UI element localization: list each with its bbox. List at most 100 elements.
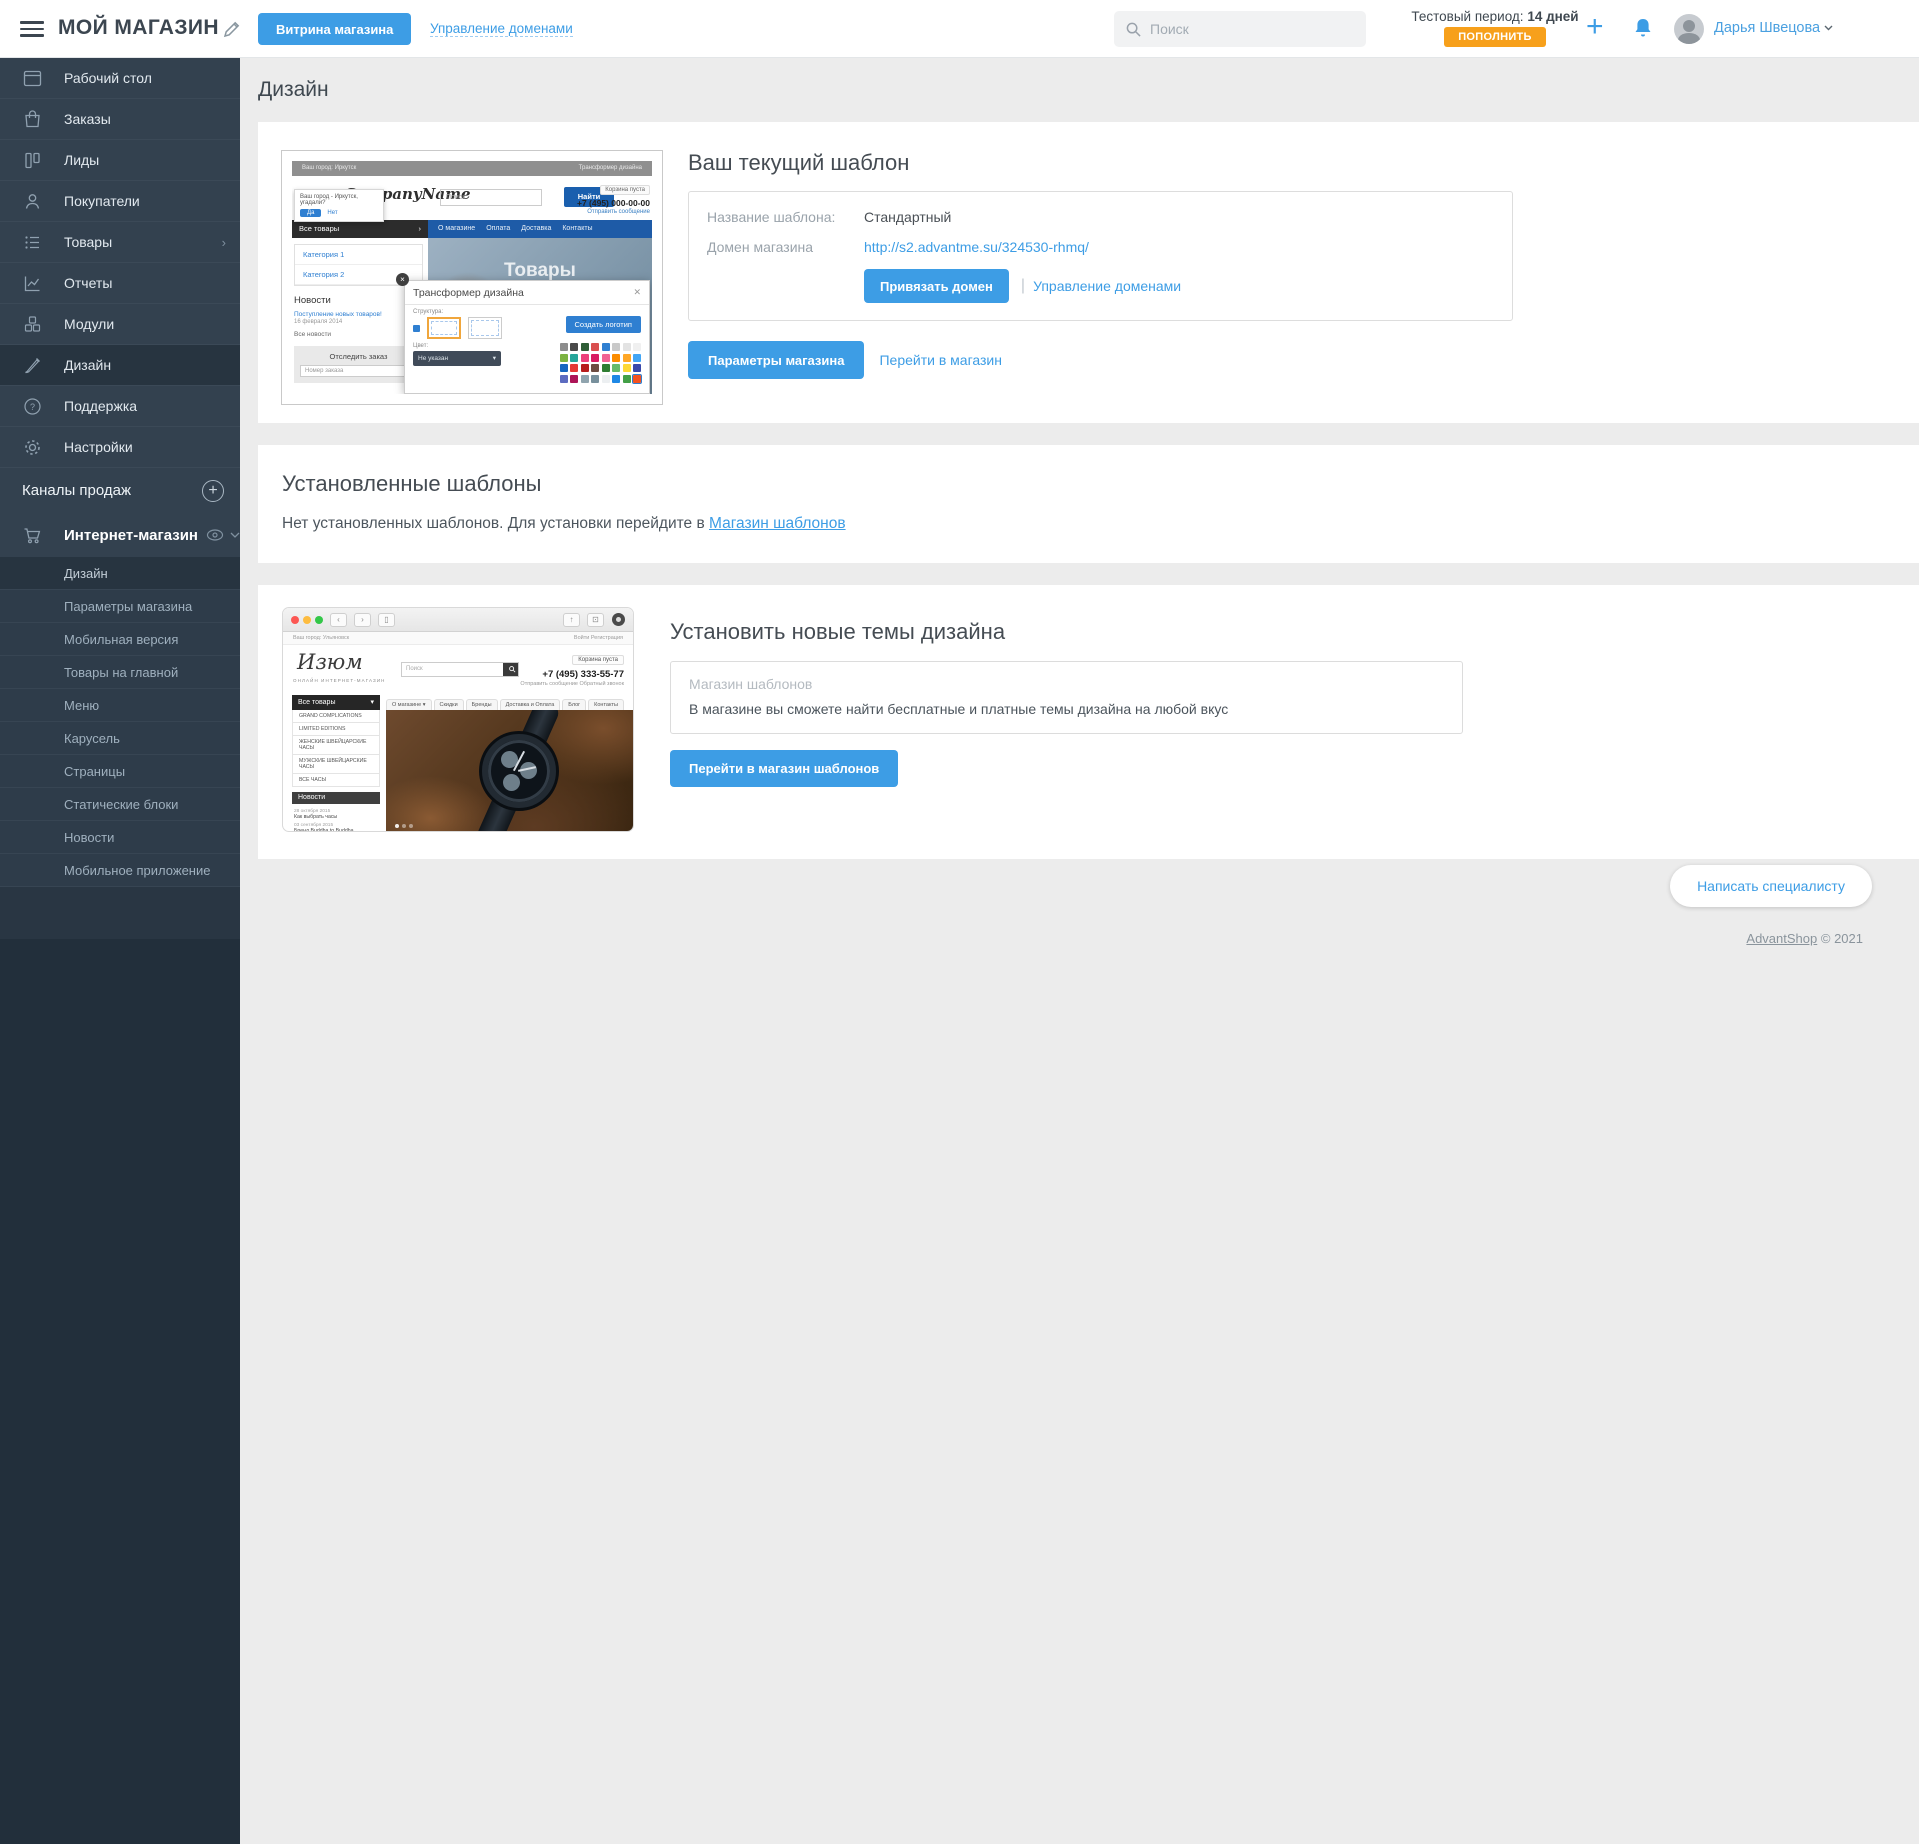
sidebar-item-products[interactable]: Товары › (0, 222, 240, 263)
subitem-menu[interactable]: Меню (0, 689, 240, 722)
sidebar-item-reports[interactable]: Отчеты (0, 263, 240, 304)
sidebar-item-settings[interactable]: Настройки (0, 427, 240, 468)
template-name-value: Стандартный (864, 209, 951, 225)
search-icon (503, 663, 518, 676)
preview-topbar: Ваш город: Иркутск Трансформер дизайна (292, 161, 652, 176)
page-title: Дизайн (258, 78, 329, 102)
goto-store-link[interactable]: Перейти в магазин (879, 352, 1002, 368)
sidebar: Рабочий стол Заказы Лиды Покупатели Това… (0, 58, 240, 963)
current-template-preview[interactable]: Ваш город: Иркутск Трансформер дизайна C… (281, 150, 663, 405)
carousel-dots (395, 824, 413, 828)
global-search[interactable] (1114, 11, 1366, 47)
design-transformer-dialog: Трансформер дизайна ✕ Структура: Создать… (404, 280, 650, 394)
create-logo-button: Создать логотип (566, 316, 641, 333)
new-themes-heading: Установить новые темы дизайна (670, 619, 1463, 645)
preview-hero-watch (386, 710, 633, 832)
subitem-static-blocks[interactable]: Статические блоки (0, 788, 240, 821)
list-icon (22, 232, 43, 253)
manage-domains-link-2[interactable]: Управление доменами (1033, 278, 1181, 294)
desktop-icon (22, 68, 43, 89)
user-name: Дарья Швецова (1714, 20, 1820, 36)
shopping-bag-icon (22, 109, 43, 130)
subitem-mobile-version[interactable]: Мобильная версия (0, 623, 240, 656)
notifications-bell-icon[interactable] (1632, 17, 1654, 41)
template-store-link[interactable]: Магазин шаблонов (709, 515, 846, 532)
sidebar-item-internet-store[interactable]: Интернет-магазин (0, 513, 240, 557)
sidebar-item-customers[interactable]: Покупатели (0, 181, 240, 222)
installed-templates-card: Установленные шаблоны Нет установленных … (258, 445, 1919, 563)
current-template-heading: Ваш текущий шаблон (688, 150, 1513, 176)
preview-all-products: Все товары▾ (292, 695, 380, 710)
store-domain-link[interactable]: http://s2.advantme.su/324530-rhmq/ (864, 239, 1089, 255)
subitem-store-params[interactable]: Параметры магазина (0, 590, 240, 623)
manage-domains-link[interactable]: Управление доменами (430, 21, 573, 37)
trial-value: 14 дней (1527, 9, 1578, 24)
store-logo: Изюм (297, 650, 363, 674)
subitem-news[interactable]: Новости (0, 821, 240, 854)
forward-icon: › (354, 613, 371, 627)
add-icon[interactable]: + (1586, 10, 1604, 44)
advantshop-link[interactable]: AdvantShop (1746, 931, 1817, 946)
mac-zoom-icon (315, 616, 323, 624)
preview-search: Поиск (440, 189, 542, 206)
svg-text:?: ? (30, 402, 35, 412)
city-tooltip: Ваш город - Иркутск, угадали? Да Нет (294, 189, 384, 222)
chart-icon (22, 273, 43, 294)
subitem-main-page-products[interactable]: Товары на главной (0, 656, 240, 689)
sidebar-item-leads[interactable]: Лиды (0, 140, 240, 181)
kanban-icon (22, 150, 43, 171)
preview-cart: Корзина пуста (600, 185, 650, 195)
domain-label: Домен магазина (707, 239, 864, 255)
bind-domain-button[interactable]: Привязать домен (864, 269, 1009, 303)
hamburger-menu-icon[interactable] (20, 21, 44, 37)
question-icon: ? (22, 396, 43, 417)
subitem-carousel[interactable]: Карусель (0, 722, 240, 755)
sidebar-item-design[interactable]: Дизайн (0, 345, 240, 386)
support-button[interactable]: Написать специалисту (1670, 865, 1872, 907)
installed-heading: Установленные шаблоны (282, 471, 1919, 497)
color-dropdown: Не указан▾ (413, 351, 501, 366)
subitem-design[interactable]: Дизайн (0, 557, 240, 590)
sidebar-item-support[interactable]: ? Поддержка (0, 386, 240, 427)
store-params-button[interactable]: Параметры магазина (688, 341, 864, 379)
user-menu[interactable]: Дарья Швецова (1714, 20, 1833, 36)
user-avatar[interactable] (1674, 14, 1704, 44)
page-footer: Написать специалисту AdvantShop © 2021 (240, 859, 1919, 960)
cart-icon (22, 525, 43, 546)
storefront-button[interactable]: Витрина магазина (258, 13, 411, 45)
tabs-icon: ⊡ (587, 613, 604, 627)
template-info-box: Название шаблона: Стандартный Домен мага… (688, 191, 1513, 321)
checkbox-icon (413, 325, 420, 332)
cubes-icon (22, 314, 43, 335)
sidebar-item-orders[interactable]: Заказы (0, 99, 240, 140)
theme-store-preview[interactable]: ‹ › ▯ ↑ ⊡ Ваш город: Ульяновск Войти Рег… (282, 607, 634, 832)
transformer-palette (560, 343, 642, 383)
sidebar-filler (0, 887, 240, 939)
template-name-label: Название шаблона: (707, 209, 864, 225)
subitem-mobile-app[interactable]: Мобильное приложение (0, 854, 240, 887)
search-icon (1126, 22, 1141, 37)
topup-button[interactable]: ПОПОЛНИТЬ (1444, 27, 1546, 47)
person-icon (22, 191, 43, 212)
subitem-pages[interactable]: Страницы (0, 755, 240, 788)
eye-icon[interactable] (206, 529, 224, 541)
layout-option (427, 317, 461, 339)
current-template-card: Ваш город: Иркутск Трансформер дизайна C… (258, 122, 1919, 423)
share-icon: ↑ (563, 613, 580, 627)
add-channel-icon[interactable]: + (202, 480, 224, 502)
close-icon: ✕ (633, 287, 641, 299)
chevron-down-icon[interactable] (230, 532, 240, 539)
close-icon: × (396, 273, 409, 286)
sidebar-item-dashboard[interactable]: Рабочий стол (0, 58, 240, 99)
goto-template-store-button[interactable]: Перейти в магазин шаблонов (670, 750, 898, 787)
preview-all-products: Все товары› (292, 220, 428, 238)
sidebar-toggle-icon: ▯ (378, 613, 395, 627)
sidebar-item-modules[interactable]: Модули (0, 304, 240, 345)
main-content: Дизайн Ваш город: Иркутск Трансформер ди… (240, 58, 1919, 963)
edit-title-icon[interactable] (222, 19, 242, 39)
mac-minimize-icon (303, 616, 311, 624)
gear-icon (22, 437, 43, 458)
back-icon: ‹ (330, 613, 347, 627)
search-input[interactable] (1150, 21, 1350, 37)
extension-icon (612, 613, 625, 626)
